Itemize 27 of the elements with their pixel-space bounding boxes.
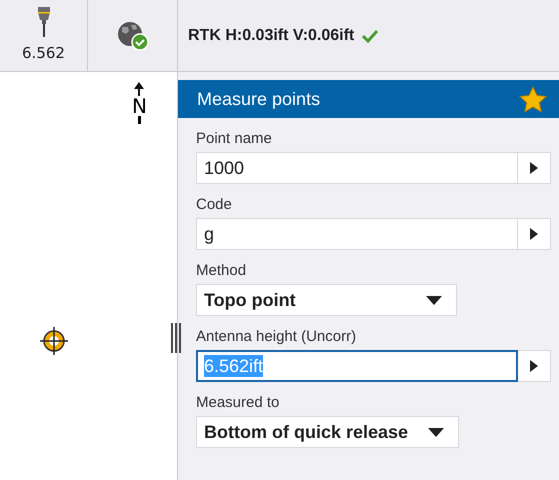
field-label: Antenna height (Uncorr) (196, 327, 358, 347)
precision-status: RTK H:0.03ift V:0.06ift (188, 26, 354, 46)
dropdown-caret-icon (426, 296, 442, 304)
options-button[interactable] (518, 152, 551, 184)
receiver-status-button[interactable]: 6.562 (0, 0, 88, 71)
play-arrow-icon (530, 360, 538, 372)
antenna-height-value: 6.562 (22, 43, 65, 64)
field-label: Point name (196, 129, 273, 149)
form-title: Measure points (197, 88, 320, 111)
field-label: Code (196, 195, 233, 215)
favorite-star-icon[interactable] (519, 86, 547, 112)
gnss-receiver-icon (36, 6, 50, 38)
field-label: Measured to (196, 393, 280, 413)
options-button[interactable] (518, 218, 551, 250)
globe-check-icon (116, 20, 148, 50)
options-button[interactable] (518, 350, 551, 382)
field-label: Method (196, 261, 248, 281)
text-field[interactable]: 1000 (196, 152, 518, 184)
resize-handle[interactable] (170, 323, 182, 353)
dropdown-caret-icon (428, 428, 444, 436)
play-arrow-icon (530, 162, 538, 174)
dropdown-field[interactable]: Bottom of quick release (196, 416, 460, 448)
dropdown-field[interactable]: Topo point (196, 284, 457, 316)
play-arrow-icon (530, 228, 538, 240)
crosshair-target-icon (39, 326, 69, 356)
text-field[interactable]: g (196, 218, 518, 250)
check-icon (362, 28, 378, 42)
